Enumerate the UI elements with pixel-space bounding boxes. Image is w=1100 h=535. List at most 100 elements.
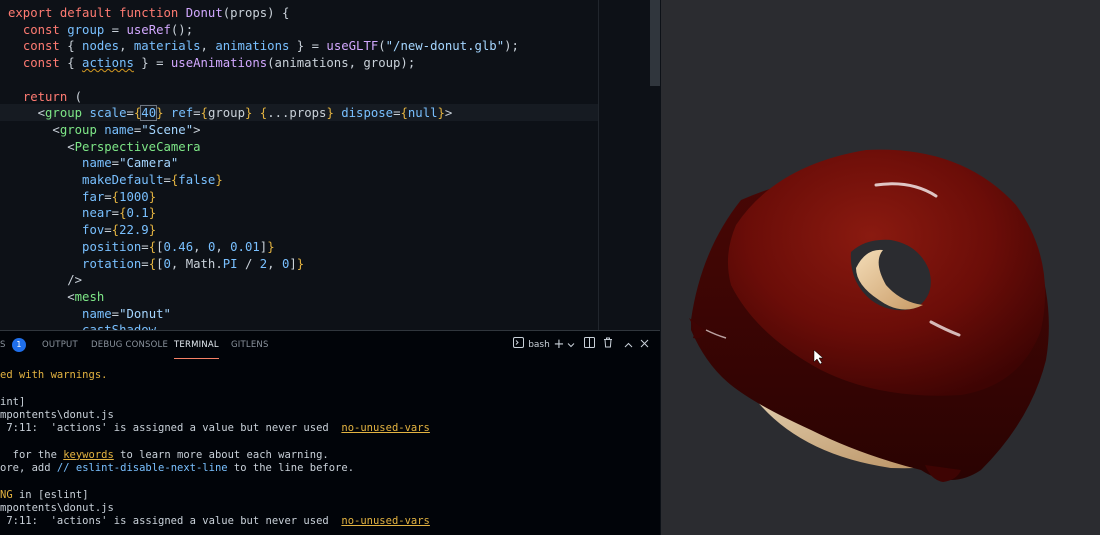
terminal-text: // eslint-disable-next-line <box>56 462 228 475</box>
terminal-text: NG <box>0 488 13 501</box>
terminal-line: mpontents\donut.js <box>0 502 114 515</box>
terminal-text: ore, add <box>0 462 57 475</box>
code-token: castShadow <box>82 323 156 330</box>
maximize-panel-icon[interactable] <box>622 337 634 353</box>
terminal-line: mpontents\donut.js <box>0 409 114 422</box>
code-token: [ <box>156 256 164 271</box>
code-token: } <box>156 106 164 121</box>
code-token: , <box>267 256 282 271</box>
code-token: "Donut" <box>119 306 171 321</box>
code-token: default <box>59 6 120 20</box>
code-token: 0.1 <box>126 206 149 221</box>
add-terminal-icon[interactable]: + <box>553 337 565 353</box>
code-line: export default function Donut(props) { <box>8 5 289 22</box>
code-token: = <box>111 306 120 321</box>
terminal-text: 7:11: 'actions' is assigned a value but … <box>0 515 342 528</box>
terminal-text: to learn more about each warning. <box>113 448 329 461</box>
code-token: { <box>400 106 408 121</box>
code-token: , <box>193 239 208 254</box>
code-line: <mesh <box>8 289 104 306</box>
split-terminal-icon[interactable] <box>583 337 595 353</box>
code-token: materials <box>133 39 201 54</box>
chevron-down-svg <box>567 343 575 348</box>
code-token: near <box>82 206 112 221</box>
code-token: group <box>59 122 105 137</box>
terminal-text: int] <box>0 395 26 408</box>
code-token: const <box>22 39 68 54</box>
shell-label[interactable]: bash <box>528 337 550 353</box>
code-token: ...props <box>267 106 327 121</box>
code-token: ( <box>74 89 83 104</box>
code-token: mesh <box>74 289 105 304</box>
chevron-down-icon[interactable] <box>566 337 576 353</box>
tab-gitlens[interactable]: GITLENS <box>231 331 269 359</box>
code-token: , <box>119 39 134 54</box>
code-token: { <box>67 56 83 71</box>
code-line: <PerspectiveCamera <box>8 139 201 156</box>
code-token: useRef <box>126 22 171 37</box>
close-panel-icon[interactable] <box>638 337 650 353</box>
code-token: 40 <box>140 105 158 122</box>
terminal-text: to the line before. <box>227 462 355 475</box>
code-line: castShadow <box>8 322 156 330</box>
code-token: = <box>141 239 149 254</box>
code-line: <group scale={40} ref={group} {...props}… <box>8 105 452 122</box>
code-token: , <box>200 39 216 54</box>
terminal-icon[interactable] <box>512 337 524 353</box>
bottom-panel: S 1 OUTPUT DEBUG CONSOLE TERMINAL GITLEN… <box>0 330 660 535</box>
code-token: ref <box>170 106 194 121</box>
code-line: position={[0.46, 0, 0.01]} <box>8 239 275 256</box>
code-token: } <box>326 106 334 121</box>
code-line: return ( <box>8 89 82 106</box>
code-token: PerspectiveCamera <box>74 139 201 154</box>
tab-debug-console[interactable]: DEBUG CONSOLE <box>91 331 168 359</box>
code-token: = <box>163 173 171 187</box>
code-token: = <box>141 256 149 271</box>
code-token: } = <box>289 39 327 54</box>
terminal-link[interactable]: keywords <box>63 449 114 461</box>
code-token: function <box>119 6 186 20</box>
terminal-line: ore, add // eslint-disable-next-line to … <box>0 462 354 475</box>
code-token: useAnimations <box>170 56 268 71</box>
code-line: <group name="Scene"> <box>8 122 200 139</box>
code-token: / <box>237 256 260 271</box>
code-token: PI <box>222 256 238 271</box>
terminal-text: mpontents\donut.js <box>0 408 114 421</box>
code-token: 22.9 <box>119 223 149 238</box>
code-line: name="Camera" <box>8 155 178 172</box>
code-token: 0.01 <box>230 239 260 254</box>
code-editor[interactable]: export default function Donut(props) { c… <box>0 0 660 330</box>
tab-problems[interactable]: S 1 <box>0 331 26 359</box>
tab-terminal[interactable]: TERMINAL <box>174 331 219 359</box>
code-token: ( <box>378 39 386 54</box>
code-token: position <box>82 239 142 254</box>
tab-output[interactable]: OUTPUT <box>42 331 78 359</box>
code-token: = <box>193 106 201 121</box>
code-token: /> <box>8 273 83 288</box>
terminal-link[interactable]: no-unused-vars <box>341 422 430 434</box>
trash-icon[interactable] <box>602 337 614 353</box>
code-token: nodes <box>82 39 120 54</box>
terminal-line: NG in [eslint] <box>0 489 89 502</box>
code-token: fov <box>82 223 105 238</box>
code-line: fov={22.9} <box>8 222 156 239</box>
code-token: } <box>215 173 223 187</box>
code-token: = <box>104 22 127 37</box>
code-token: { <box>148 256 157 271</box>
terminal-link[interactable]: no-unused-vars <box>341 515 430 527</box>
code-token: group <box>67 22 105 37</box>
code-token: < <box>8 106 46 121</box>
3d-viewport[interactable] <box>660 0 1100 535</box>
editor-scrollbar[interactable] <box>650 0 660 86</box>
code-token: name <box>82 156 112 171</box>
code-token: } <box>267 239 275 254</box>
code-line: const { actions } = useAnimations(animat… <box>8 55 415 72</box>
